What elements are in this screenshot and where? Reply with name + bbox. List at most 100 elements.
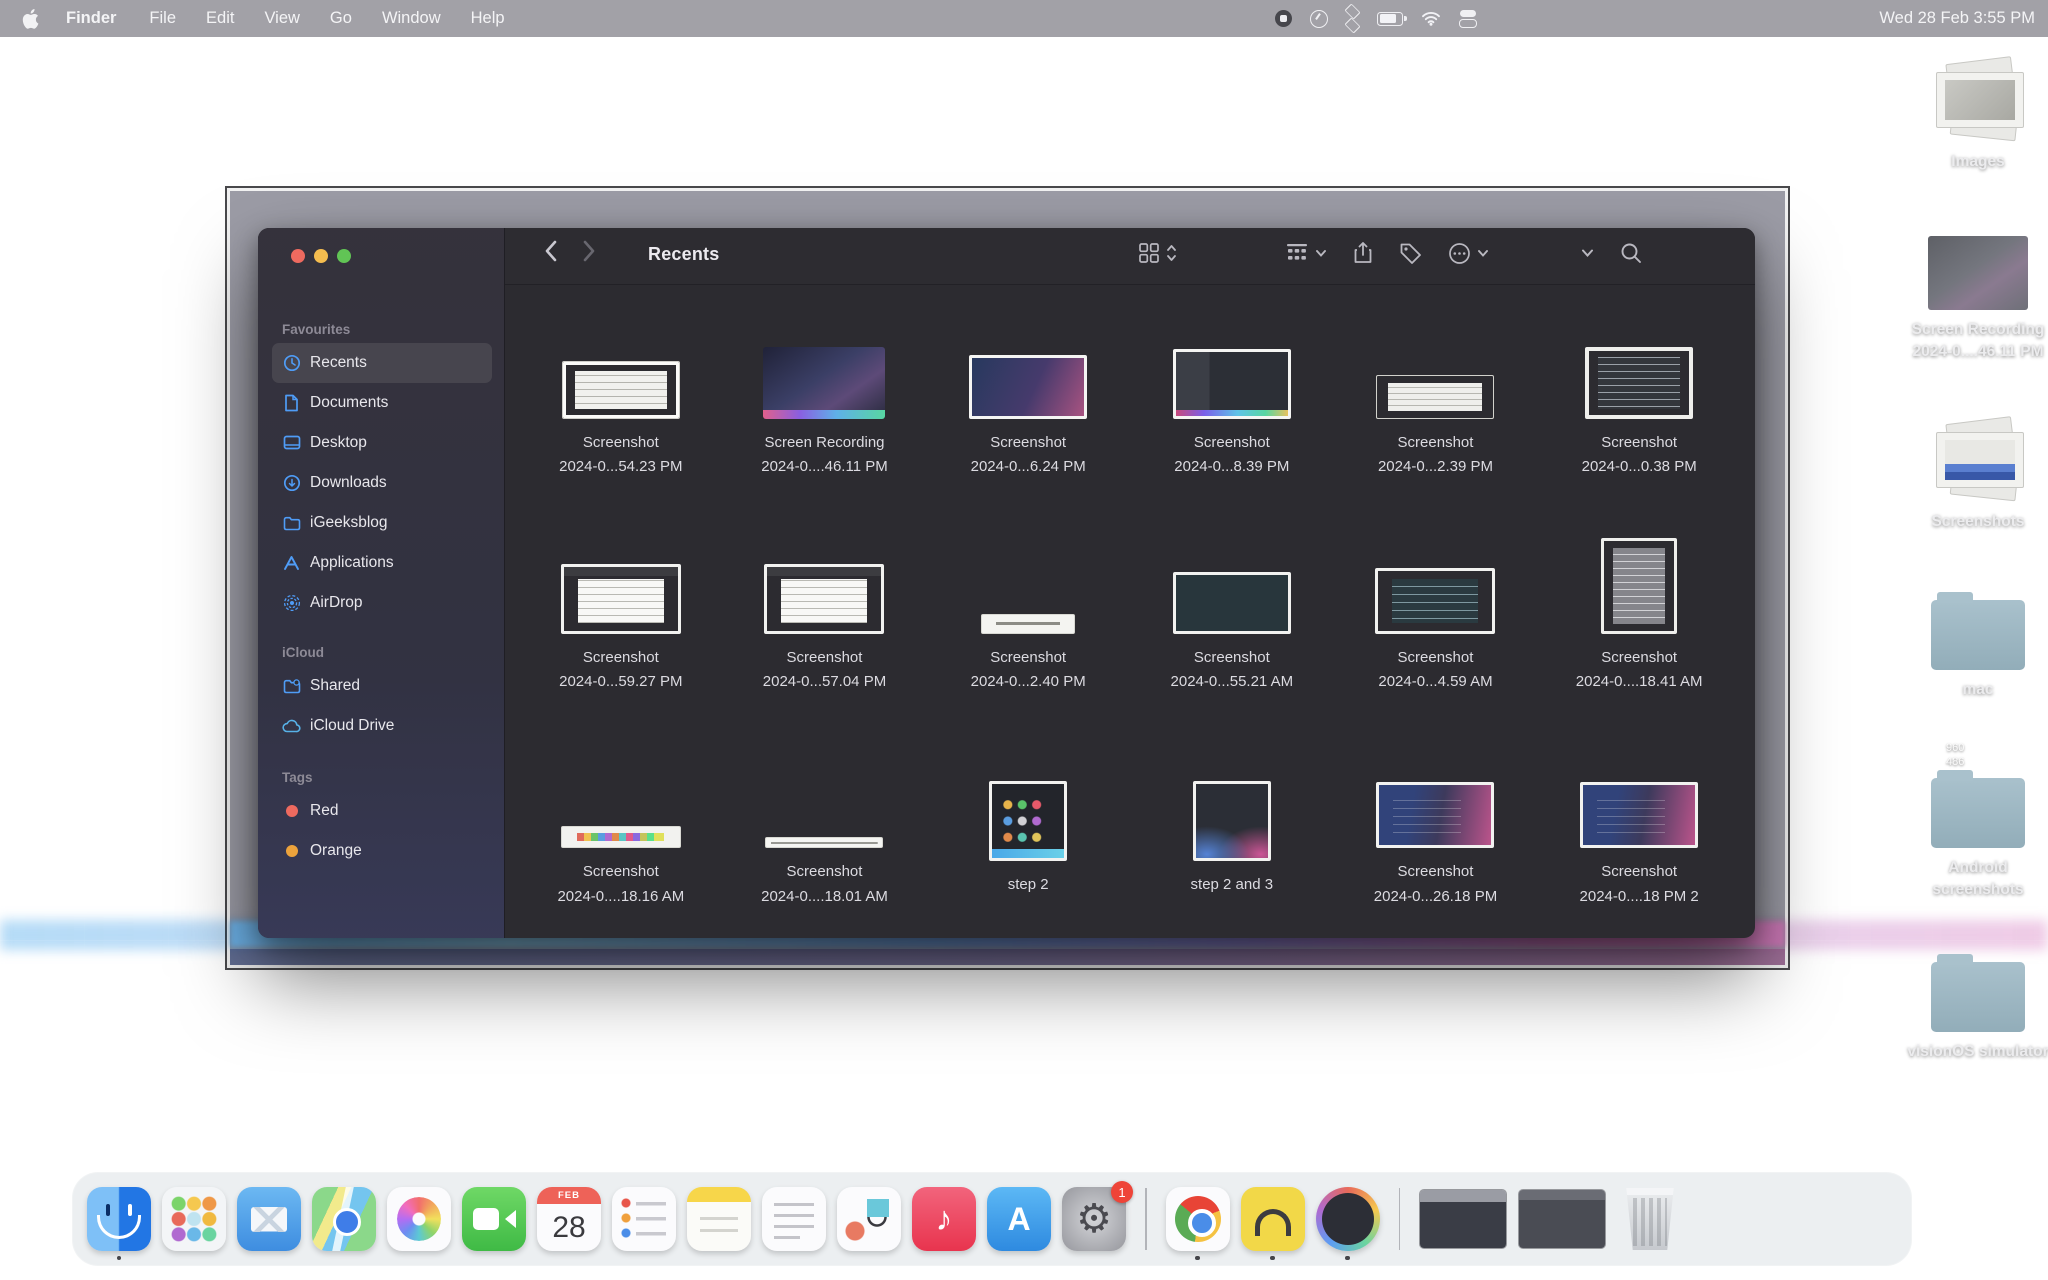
speed-gauge-icon[interactable] bbox=[1310, 10, 1328, 28]
file-item[interactable]: Screenshot2024-0....18.41 AM bbox=[1537, 505, 1741, 720]
file-item[interactable]: Screenshot2024-0...6.24 PM bbox=[926, 290, 1130, 505]
share-button[interactable] bbox=[1353, 241, 1373, 265]
file-date: 2024-0...2.40 PM bbox=[971, 670, 1086, 694]
desktop-item-visionos-simulator[interactable]: visionOS simulator bbox=[1892, 962, 2048, 1063]
menu-item-window[interactable]: Window bbox=[367, 9, 456, 28]
dock-settings[interactable]: ⚙1 bbox=[1062, 1187, 1126, 1251]
icon-view-button[interactable] bbox=[1138, 242, 1177, 264]
zoom-button[interactable] bbox=[337, 249, 351, 263]
minimize-button[interactable] bbox=[314, 249, 328, 263]
file-item[interactable]: Screenshot2024-0...59.27 PM bbox=[519, 505, 723, 720]
screen-recording-icon[interactable] bbox=[1275, 10, 1292, 27]
sidebar-item-label: Applications bbox=[310, 554, 394, 572]
file-item[interactable]: Screenshot2024-0....18.16 AM bbox=[519, 719, 723, 934]
desktop-item-android-screenshots[interactable]: Androidscreenshots bbox=[1892, 778, 2048, 902]
folder-icon bbox=[1931, 962, 2025, 1032]
dock-mail[interactable] bbox=[237, 1187, 301, 1251]
layers-stack-icon[interactable] bbox=[1346, 5, 1359, 32]
sidebar-item-tag-red[interactable]: Red bbox=[272, 791, 492, 831]
menu-item-finder[interactable]: Finder bbox=[51, 9, 134, 28]
battery-icon[interactable] bbox=[1377, 12, 1403, 26]
menu-item-go[interactable]: Go bbox=[315, 9, 367, 28]
sidebar-item-recents[interactable]: Recents bbox=[272, 343, 492, 383]
dock-dark-browser[interactable] bbox=[1316, 1187, 1380, 1251]
view-stepper-icon bbox=[1166, 243, 1177, 263]
file-date: 2024-0...59.27 PM bbox=[559, 670, 682, 694]
file-item[interactable]: Screenshot2024-0...0.38 PM bbox=[1537, 290, 1741, 505]
sidebar-item-downloads[interactable]: Downloads bbox=[272, 463, 492, 503]
desktop-item-images[interactable]: Images bbox=[1892, 60, 2048, 173]
desktop-item-screen-recording[interactable]: Screen Recording2024-0....46.11 PM bbox=[1892, 236, 2048, 364]
tags-button[interactable] bbox=[1399, 242, 1422, 265]
dock-chrome[interactable] bbox=[1166, 1187, 1230, 1251]
menu-item-help[interactable]: Help bbox=[456, 9, 520, 28]
desktop-item-mac[interactable]: mac bbox=[1892, 600, 2048, 701]
user-switcher-icon[interactable] bbox=[1459, 10, 1477, 28]
file-name: Screenshot bbox=[557, 860, 684, 884]
menu-bar-clock[interactable]: Wed 28 Feb 3:55 PM bbox=[1879, 9, 2035, 28]
dock-finder[interactable] bbox=[87, 1187, 151, 1251]
menu-item-file[interactable]: File bbox=[134, 9, 191, 28]
sidebar-item-igeeksblog[interactable]: iGeeksblog bbox=[272, 503, 492, 543]
file-item[interactable]: Screen Recording2024-0....46.11 PM bbox=[723, 290, 927, 505]
dock-music[interactable]: ♪ bbox=[912, 1187, 976, 1251]
file-item[interactable]: Screenshot2024-0...4.59 AM bbox=[1334, 505, 1538, 720]
dock-freeform[interactable] bbox=[837, 1187, 901, 1251]
sidebar-item-icloud-drive[interactable]: iCloud Drive bbox=[272, 706, 492, 746]
file-item[interactable]: Screenshot2024-0....18.01 AM bbox=[723, 719, 927, 934]
close-button[interactable] bbox=[291, 249, 305, 263]
file-name: Screenshot bbox=[971, 646, 1086, 670]
file-date: 2024-0...54.23 PM bbox=[559, 455, 682, 479]
file-item[interactable]: Screenshot2024-0...54.23 PM bbox=[519, 290, 723, 505]
sidebar-item-airdrop[interactable]: AirDrop bbox=[272, 583, 492, 623]
file-item[interactable]: Screenshot2024-0...26.18 PM bbox=[1334, 719, 1538, 934]
notes-icon bbox=[687, 1187, 751, 1251]
desktop-item-screenshots[interactable]: Screenshots bbox=[1892, 420, 2048, 533]
dock-maps[interactable] bbox=[312, 1187, 376, 1251]
file-item[interactable]: Screenshot2024-0....18 PM 2 bbox=[1537, 719, 1741, 934]
file-name: Screen Recording bbox=[761, 431, 887, 455]
sidebar-item-applications[interactable]: Applications bbox=[272, 543, 492, 583]
dock-basecamp[interactable] bbox=[1241, 1187, 1305, 1251]
file-name: step 2 and 3 bbox=[1191, 873, 1274, 897]
dock-reminders[interactable] bbox=[612, 1187, 676, 1251]
menu-item-view[interactable]: View bbox=[249, 9, 314, 28]
file-item[interactable]: Screenshot2024-0...57.04 PM bbox=[723, 505, 927, 720]
dock-launchpad[interactable] bbox=[162, 1187, 226, 1251]
dock-appstore[interactable]: A bbox=[987, 1187, 1051, 1251]
file-item[interactable]: Screenshot2024-0...8.39 PM bbox=[1130, 290, 1334, 505]
sidebar-item-label: Documents bbox=[310, 394, 388, 412]
file-name: Screenshot bbox=[559, 431, 682, 455]
group-by-button[interactable] bbox=[1285, 242, 1327, 264]
search-button[interactable] bbox=[1620, 242, 1643, 265]
folder-icon bbox=[1931, 778, 2025, 848]
file-item[interactable]: Screenshot2024-0...2.39 PM bbox=[1334, 290, 1538, 505]
dock-textedit[interactable] bbox=[762, 1187, 826, 1251]
dock-calendar[interactable]: FEB28 bbox=[537, 1187, 601, 1251]
file-date: 2024-0...55.21 AM bbox=[1171, 670, 1294, 694]
file-item[interactable]: Screenshot2024-0...55.21 AM bbox=[1130, 505, 1334, 720]
music-icon: ♪ bbox=[912, 1187, 976, 1251]
dock-facetime[interactable] bbox=[462, 1187, 526, 1251]
collapse-toolbar-button[interactable] bbox=[1581, 248, 1594, 258]
back-button[interactable] bbox=[544, 240, 557, 262]
sidebar-item-shared[interactable]: Shared bbox=[272, 666, 492, 706]
file-item[interactable]: step 2 bbox=[926, 719, 1130, 934]
dock-trash[interactable] bbox=[1623, 1188, 1677, 1250]
sidebar-item-desktop[interactable]: Desktop bbox=[272, 423, 492, 463]
dock-minimized-window-1[interactable] bbox=[1419, 1189, 1507, 1249]
sidebar-item-tag-orange[interactable]: Orange bbox=[272, 831, 492, 871]
apple-menu-icon[interactable] bbox=[18, 9, 51, 29]
file-item[interactable]: step 2 and 3 bbox=[1130, 719, 1334, 934]
running-indicator bbox=[1345, 1256, 1350, 1261]
menu-item-edit[interactable]: Edit bbox=[191, 9, 249, 28]
wifi-icon[interactable] bbox=[1421, 11, 1441, 26]
dock-notes[interactable] bbox=[687, 1187, 751, 1251]
dock-photos[interactable] bbox=[387, 1187, 451, 1251]
more-actions-button[interactable] bbox=[1448, 242, 1489, 265]
sidebar-section-favourites: Favourites bbox=[282, 322, 492, 337]
forward-button[interactable] bbox=[583, 240, 596, 262]
dock-minimized-window-2[interactable] bbox=[1518, 1189, 1606, 1249]
sidebar-item-documents[interactable]: Documents bbox=[272, 383, 492, 423]
file-item[interactable]: Screenshot2024-0...2.40 PM bbox=[926, 505, 1130, 720]
